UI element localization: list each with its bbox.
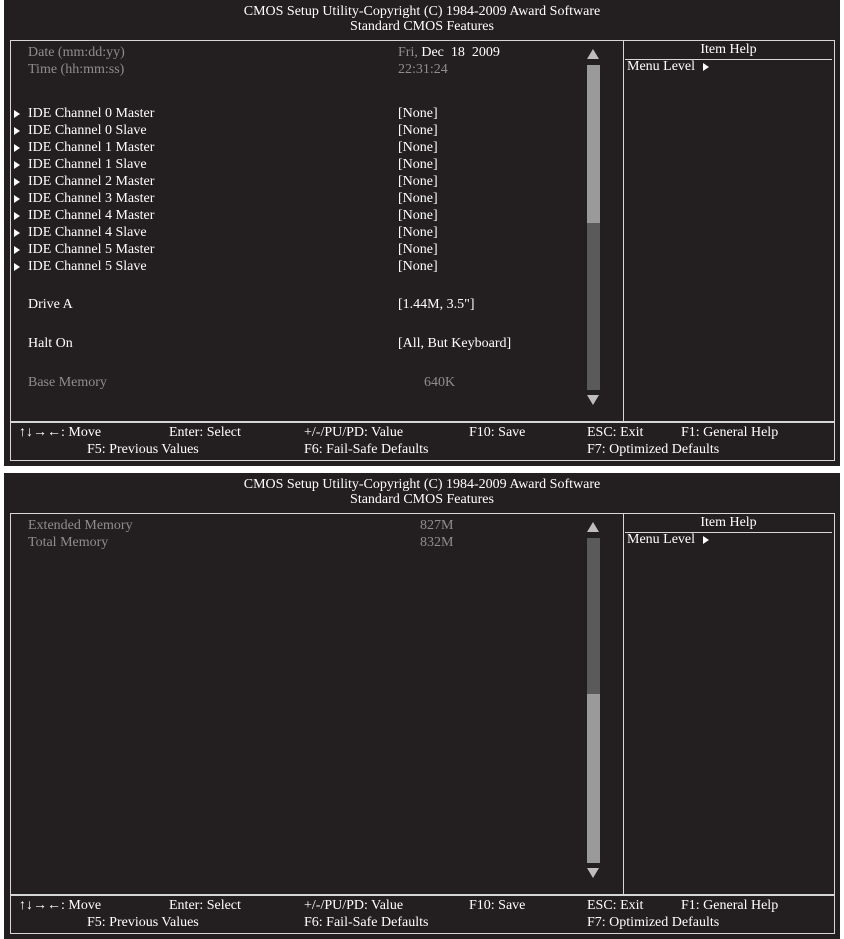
item-help-title: Item Help — [625, 515, 832, 533]
title-line-1: CMOS Setup Utility-Copyright (C) 1984-20… — [243, 4, 601, 19]
date-weekday: Fri, — [398, 45, 418, 60]
key-f7: F7: Optimized Defaults — [587, 915, 720, 930]
submenu-arrow-icon — [14, 195, 20, 203]
submenu-arrow-icon — [14, 110, 20, 118]
key-save: F10: Save — [469, 425, 526, 440]
setting-label: IDE Channel 5 Slave — [28, 259, 147, 274]
setting-label: IDE Channel 3 Master — [28, 191, 155, 206]
setting-value: 832M — [420, 535, 454, 550]
key-esc: ESC: Exit — [587, 425, 644, 440]
key-value: +/-/PU/PD: Value — [304, 898, 404, 913]
menu-level: Menu Level — [627, 532, 710, 548]
key-f7: F7: Optimized Defaults — [587, 442, 720, 457]
setting-label: IDE Channel 1 Slave — [28, 157, 147, 172]
scrollbar-thumb[interactable] — [587, 65, 600, 223]
setting-label: Total Memory — [28, 535, 109, 550]
key-f5: F5: Previous Values — [87, 442, 199, 457]
menu-level-label: Menu Level — [627, 532, 696, 547]
bios-screen-page-1: CMOS Setup Utility-Copyright (C) 1984-20… — [4, 0, 840, 466]
scrollbar-track[interactable] — [587, 538, 600, 863]
setting-label: IDE Channel 5 Master — [28, 242, 155, 257]
scroll-up-arrow-icon[interactable] — [587, 49, 599, 59]
setting-value[interactable]: 22:31:24 — [398, 62, 448, 78]
key-enter: Enter: Select — [169, 898, 241, 913]
title-line-2: Standard CMOS Features — [350, 19, 494, 34]
screen-title: CMOS Setup Utility-Copyright (C) 1984-20… — [4, 477, 840, 507]
key-save: F10: Save — [469, 898, 526, 913]
submenu-arrow-icon — [14, 263, 20, 271]
help-divider — [623, 514, 624, 894]
setting-value: 640K — [424, 375, 456, 390]
setting-value[interactable]: Fri, Dec 18 2009 — [398, 45, 500, 61]
setting-value: [None] — [398, 242, 438, 257]
setting-value: [None] — [398, 225, 438, 240]
setting-value[interactable]: [1.44M, 3.5"] — [398, 297, 475, 313]
setting-value: [None] — [398, 208, 438, 223]
key-f5: F5: Previous Values — [87, 915, 199, 930]
scroll-down-arrow-icon[interactable] — [587, 395, 599, 405]
setting-value: [None] — [398, 191, 438, 206]
submenu-arrow-icon — [14, 144, 20, 152]
setting-label: IDE Channel 0 Master — [28, 106, 155, 121]
setting-label: IDE Channel 4 Slave — [28, 225, 147, 240]
setting-label: IDE Channel 4 Master — [28, 208, 155, 223]
setting-label: Drive A — [28, 297, 73, 312]
setting-value: [None] — [398, 174, 438, 189]
menu-level-arrow-icon — [703, 535, 710, 544]
menu-level-arrow-icon — [703, 62, 710, 71]
submenu-arrow-icon — [14, 212, 20, 220]
submenu-arrow-icon — [14, 229, 20, 237]
submenu-arrow-icon — [14, 161, 20, 169]
key-value: +/-/PU/PD: Value — [304, 425, 404, 440]
scroll-up-arrow-icon[interactable] — [587, 522, 599, 532]
key-move: ↑↓→←: Move — [19, 425, 102, 440]
key-help-bar: ↑↓→←: Move Enter: Select +/-/PU/PD: Valu… — [10, 422, 835, 461]
setting-label: IDE Channel 2 Master — [28, 174, 155, 189]
screen-title: CMOS Setup Utility-Copyright (C) 1984-20… — [4, 4, 840, 34]
settings-frame: Extended Memory 827M Total Memory 832M I… — [10, 513, 835, 895]
key-esc: ESC: Exit — [587, 898, 644, 913]
setting-label: Extended Memory — [28, 518, 133, 533]
submenu-arrow-icon — [14, 127, 20, 135]
submenu-arrow-icon — [14, 246, 20, 254]
setting-label: Time (hh:mm:ss) — [28, 62, 125, 77]
scroll-down-arrow-icon[interactable] — [587, 868, 599, 878]
key-f1: F1: General Help — [681, 425, 779, 440]
help-divider — [623, 41, 624, 421]
menu-level: Menu Level — [627, 59, 710, 75]
submenu-arrow-icon — [14, 178, 20, 186]
setting-label: Base Memory — [28, 375, 107, 390]
key-enter: Enter: Select — [169, 425, 241, 440]
key-move: ↑↓→←: Move — [19, 898, 102, 913]
setting-label: Halt On — [28, 336, 73, 351]
date-value[interactable]: Dec 18 2009 — [421, 45, 500, 60]
scrollbar-thumb[interactable] — [587, 694, 600, 863]
title-line-2: Standard CMOS Features — [350, 492, 494, 507]
bios-screen-page-2: CMOS Setup Utility-Copyright (C) 1984-20… — [4, 473, 840, 939]
setting-value: 827M — [420, 518, 454, 533]
setting-value: [None] — [398, 123, 438, 138]
key-help-bar: ↑↓→←: Move Enter: Select +/-/PU/PD: Valu… — [10, 895, 835, 934]
setting-label: IDE Channel 0 Slave — [28, 123, 147, 138]
menu-level-label: Menu Level — [627, 59, 696, 74]
setting-label: Date (mm:dd:yy) — [28, 45, 125, 60]
setting-value: [None] — [398, 259, 438, 274]
setting-value: [None] — [398, 140, 438, 155]
key-f1: F1: General Help — [681, 898, 779, 913]
title-line-1: CMOS Setup Utility-Copyright (C) 1984-20… — [243, 477, 601, 492]
settings-frame: Date (mm:dd:yy) Fri, Dec 18 2009 Time (h… — [10, 40, 835, 422]
item-help-title: Item Help — [625, 42, 832, 60]
setting-value: [None] — [398, 106, 438, 121]
setting-value[interactable]: [All, But Keyboard] — [398, 336, 511, 352]
scrollbar-track[interactable] — [587, 65, 600, 390]
setting-label: IDE Channel 1 Master — [28, 140, 155, 155]
setting-value: [None] — [398, 157, 438, 172]
key-f6: F6: Fail-Safe Defaults — [304, 442, 429, 457]
key-f6: F6: Fail-Safe Defaults — [304, 915, 429, 930]
